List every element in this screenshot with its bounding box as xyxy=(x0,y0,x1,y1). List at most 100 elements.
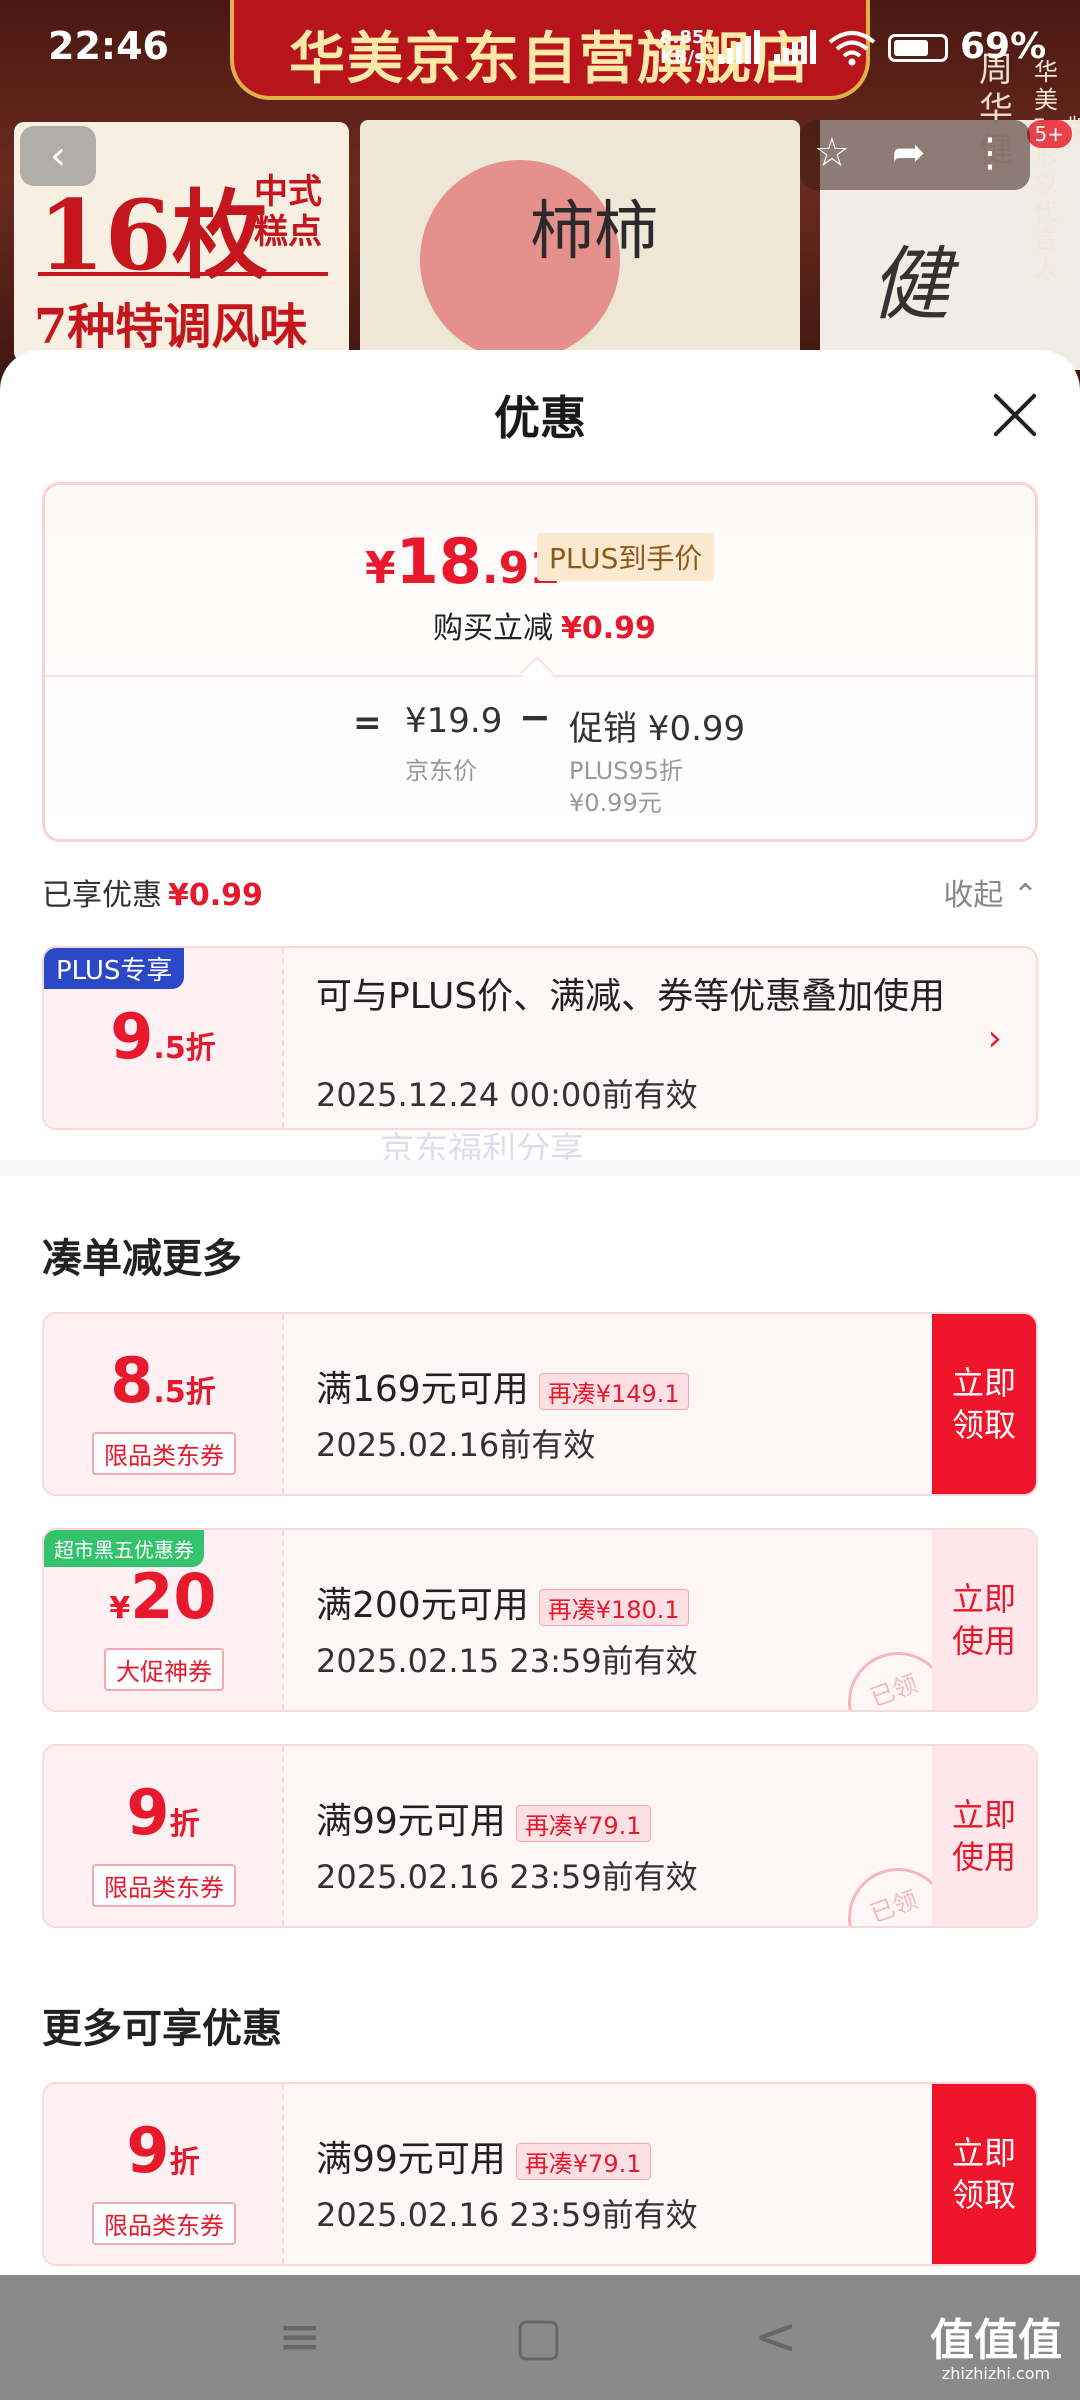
coupon-type: 限品类东券 xyxy=(92,2202,236,2245)
status-time: 22:46 xyxy=(48,24,169,68)
reduce-line: 购买立减 ¥0.99 xyxy=(433,603,656,647)
site-watermark: 值值值 zhizhizhi.com xyxy=(930,2318,1062,2384)
coupon-gap-tag: 再凑¥180.1 xyxy=(538,1588,689,1626)
use-button[interactable]: 立即使用 xyxy=(932,1530,1036,1710)
banner-flavors: 7种特调风味 xyxy=(34,299,308,355)
wifi-icon xyxy=(828,31,876,66)
banner-signature: 健 xyxy=(870,238,950,331)
status-bar: 22:46 8.85 KB/s 69% xyxy=(0,0,1080,96)
chevron-right-icon[interactable]: › xyxy=(988,1018,1002,1059)
coupon-type: 限品类东券 xyxy=(92,1432,236,1475)
section-title-1: 凑单减更多 xyxy=(42,1236,242,1282)
collapse-button[interactable]: 收起 ⌃ xyxy=(943,870,1038,914)
coupon-expiry: 2025.02.16 23:59前有效 xyxy=(316,2196,698,2234)
coupon-value: 9折 xyxy=(44,1776,282,1849)
coupon-value-suffix: .5折 xyxy=(153,1031,216,1066)
site-brand: 值值值 xyxy=(930,2315,1062,2366)
battery-percent: 69% xyxy=(960,26,1047,67)
coupon-left: 9折 限品类东券 xyxy=(44,2084,284,2264)
coupon-left: 9折 限品类东券 xyxy=(44,1746,284,1926)
promo-sub-2: ¥0.99元 xyxy=(569,789,662,817)
battery-icon xyxy=(888,34,948,62)
coupon-value-num: 9 xyxy=(126,1776,170,1849)
coupon-condition: 满99元可用 再凑¥79.1 xyxy=(316,1792,651,1844)
coupon-threshold: 满99元可用 xyxy=(316,2139,506,2180)
coupon-threshold: 满169元可用 xyxy=(316,1369,529,1410)
enjoyed-discount: 已享优惠 ¥0.99 xyxy=(42,870,263,914)
plus-badge: PLUS专享 xyxy=(44,948,185,989)
coupon-card[interactable]: 8.5折 限品类东券 满169元可用 再凑¥149.1 2025.02.16前有效… xyxy=(42,1312,1038,1496)
coupon-value-num: 20 xyxy=(130,1560,217,1633)
coupon-left: 8.5折 限品类东券 xyxy=(44,1314,284,1494)
claim-button[interactable]: 立即领取 xyxy=(932,2084,1036,2264)
coupon-condition: 满99元可用 再凑¥79.1 xyxy=(316,2130,651,2182)
banner-ink-text: 柿柿 xyxy=(530,195,658,269)
coupon-value: 9.5折 xyxy=(44,1000,282,1073)
coupon-value-suffix: 折 xyxy=(169,2145,200,2180)
price-card: ¥18.91 PLUS到手价 购买立减 ¥0.99 = ¥19.9 京东价 − 促… xyxy=(42,482,1038,842)
menu-icon[interactable]: ≡ xyxy=(278,2307,322,2367)
banner-cake-label: 中式 糕点 xyxy=(254,172,322,252)
reduce-value: ¥0.99 xyxy=(561,611,656,646)
close-icon[interactable] xyxy=(990,390,1040,440)
section-separator xyxy=(0,1160,1080,1176)
home-icon[interactable]: ▢ xyxy=(514,2307,563,2367)
coupon-expiry: 2025.02.16前有效 xyxy=(316,1426,596,1464)
coupon-value-prefix: ¥ xyxy=(109,1591,131,1626)
product-box-mid: 柿柿 xyxy=(360,120,800,370)
banner-badge: 5+ xyxy=(1026,120,1072,148)
coupon-card[interactable]: 9折 限品类东券 满99元可用 再凑¥79.1 2025.02.16 23:59前… xyxy=(42,2082,1038,2266)
more-icon[interactable]: ⋮ xyxy=(970,130,1010,176)
banner-divider xyxy=(38,272,328,276)
promo-corner-badge: 超市黑五优惠券 xyxy=(44,1530,204,1567)
coupon-type: 限品类东券 xyxy=(92,1864,236,1907)
signal-icon-2 xyxy=(774,30,816,64)
coupon-type: 大促神券 xyxy=(104,1648,224,1691)
promo-value: 促销 ¥0.99 xyxy=(569,709,746,749)
coupon-value-suffix: 折 xyxy=(169,1807,200,1842)
claim-button[interactable]: 立即领取 xyxy=(932,1314,1036,1494)
promo-sub-1: PLUS95折 xyxy=(569,757,683,785)
use-button[interactable]: 立即使用 xyxy=(932,1746,1036,1926)
divider-pointer xyxy=(520,656,554,690)
net-speed: 8.85 KB/s xyxy=(660,27,705,68)
coupon-condition: 满200元可用 再凑¥180.1 xyxy=(316,1576,689,1628)
jd-price-label: 京东价 xyxy=(405,757,477,785)
enjoyed-value: ¥0.99 xyxy=(168,878,263,913)
discount-sheet: 优惠 ¥18.91 PLUS到手价 购买立减 ¥0.99 = ¥19.9 京东价 … xyxy=(0,350,1080,2275)
coupon-value-num: 9 xyxy=(110,1000,154,1073)
coupon-desc: 可与PLUS价、满减、券等优惠叠加使用 xyxy=(316,976,946,1017)
enjoyed-label: 已享优惠 xyxy=(42,878,162,913)
nav-back-icon[interactable]: < xyxy=(754,2307,798,2367)
site-url: zhizhizhi.com xyxy=(941,2364,1051,2383)
plus-coupon[interactable]: 9.5折 PLUS专享 可与PLUS价、满减、券等优惠叠加使用 2025.12.… xyxy=(42,946,1038,1130)
coupon-value: ¥20 xyxy=(44,1560,282,1633)
system-nav-bar: ≡ ▢ < xyxy=(0,2275,1080,2400)
price-yen: ¥ xyxy=(365,543,396,594)
section-title-2: 更多可享优惠 xyxy=(42,2006,282,2052)
plus-price: ¥18.91 xyxy=(365,525,560,598)
coupon-card[interactable]: ¥20 大促神券 超市黑五优惠券 满200元可用 再凑¥180.1 2025.02… xyxy=(42,1528,1038,1712)
coupon-value-num: 9 xyxy=(126,2114,170,2187)
coupon-threshold: 满200元可用 xyxy=(316,1585,529,1626)
coupon-gap-tag: 再凑¥79.1 xyxy=(515,2142,651,2180)
coupon-expiry: 2025.12.24 00:00前有效 xyxy=(316,1076,698,1114)
coupon-gap-tag: 再凑¥79.1 xyxy=(515,1804,651,1842)
minus-sign: − xyxy=(519,695,551,739)
coupon-condition: 满169元可用 再凑¥149.1 xyxy=(316,1360,689,1412)
coupon-expiry: 2025.02.16 23:59前有效 xyxy=(316,1858,698,1896)
star-icon[interactable]: ☆ xyxy=(814,130,850,176)
sheet-title: 优惠 xyxy=(494,391,586,445)
reduce-label: 购买立减 xyxy=(433,611,553,646)
coupon-value-num: 8 xyxy=(110,1344,154,1417)
nav-actions: ☆ ➦ ⋮ xyxy=(800,120,1030,190)
coupon-gap-tag: 再凑¥149.1 xyxy=(538,1372,689,1410)
plus-price-tag: PLUS到手价 xyxy=(537,533,715,581)
equals-sign: = xyxy=(353,703,382,743)
coupon-value-suffix: .5折 xyxy=(153,1375,216,1410)
back-icon[interactable]: ‹ xyxy=(20,126,96,186)
coupon-expiry: 2025.02.15 23:59前有效 xyxy=(316,1642,698,1680)
coupon-value: 9折 xyxy=(44,2114,282,2187)
coupon-card[interactable]: 9折 限品类东券 满99元可用 再凑¥79.1 2025.02.16 23:59前… xyxy=(42,1744,1038,1928)
share-icon[interactable]: ➦ xyxy=(892,130,926,176)
